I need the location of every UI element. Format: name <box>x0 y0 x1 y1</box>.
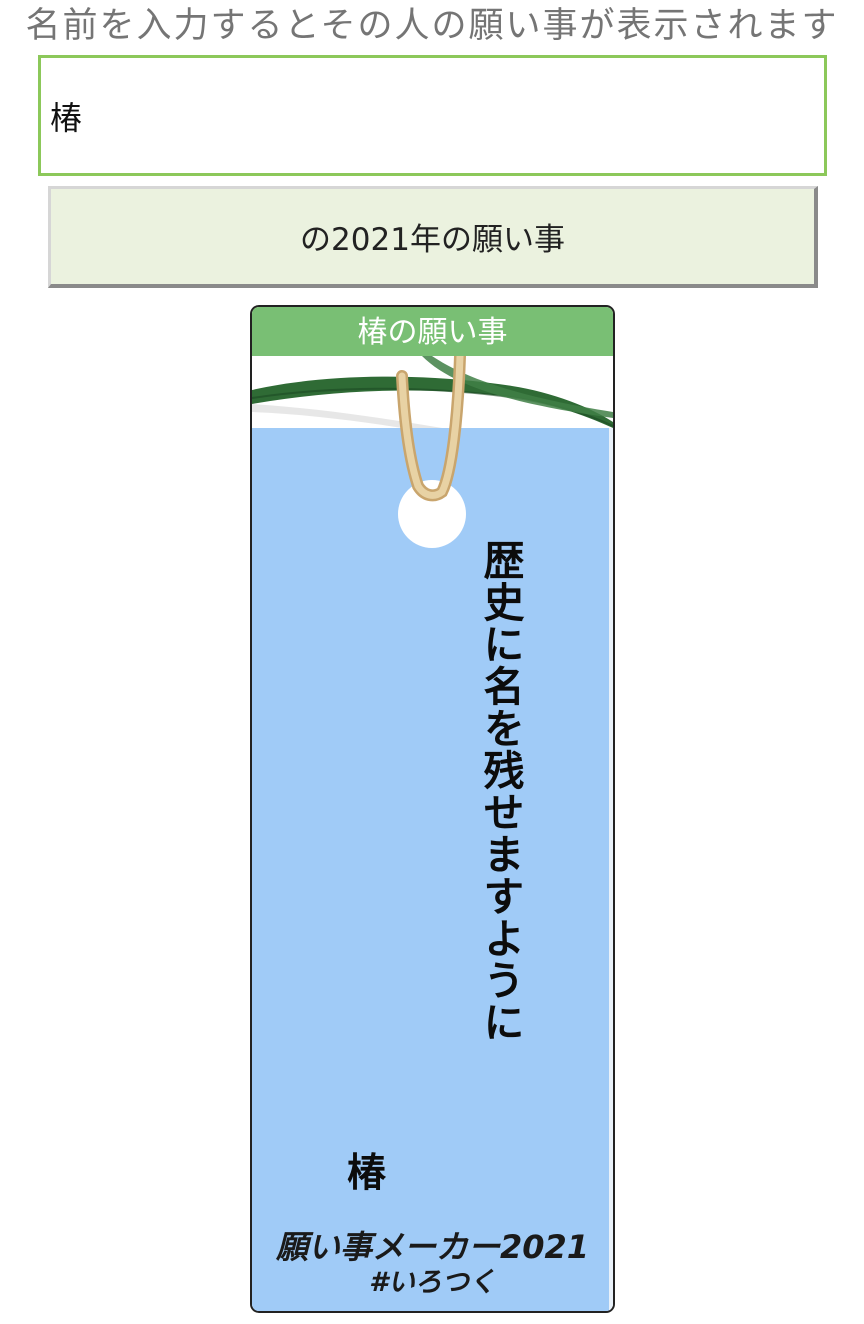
maker-title: 願い事メーカー2021 <box>275 1228 590 1266</box>
tanzaku-card: 椿の願い事 歴史に名を残せますように 椿 願い事メーカー2021 #いろつく <box>250 305 615 1313</box>
show-wish-button[interactable]: の2021年の願い事 <box>48 186 818 288</box>
hashtag: #いろつく <box>369 1267 496 1298</box>
card-header: 椿の願い事 <box>252 307 613 356</box>
paper-strip-edge <box>609 428 613 1311</box>
wish-text: 歴史に名を残せますように <box>476 539 524 1043</box>
signer-name: 椿 <box>347 1151 387 1196</box>
paper-strip <box>252 428 611 1311</box>
instruction-text: 名前を入力するとその人の願い事が表示されます <box>25 6 839 46</box>
string-loop-icon <box>396 356 466 502</box>
name-input[interactable] <box>38 55 827 176</box>
